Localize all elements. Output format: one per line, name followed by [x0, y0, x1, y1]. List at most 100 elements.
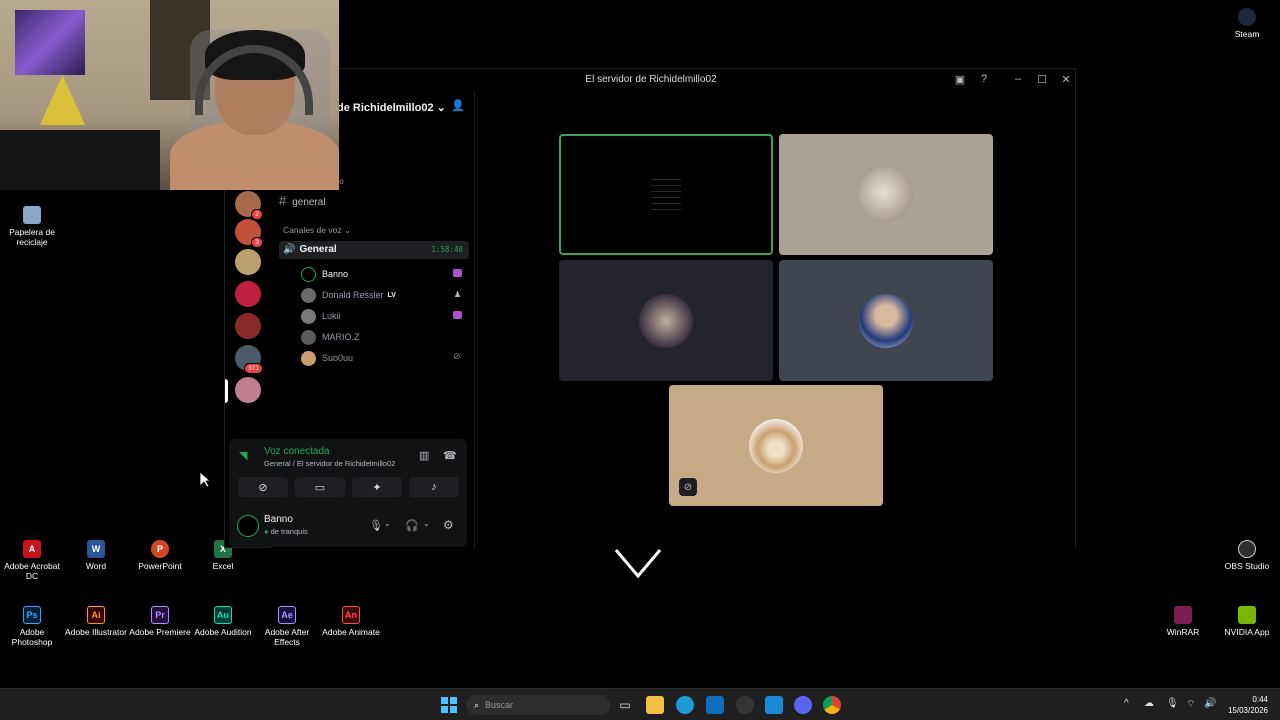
channel-general-text[interactable]: # general	[279, 193, 469, 209]
server-icon[interactable]: 3	[235, 219, 263, 248]
voice-user[interactable]: Lukii	[301, 307, 341, 325]
server-icon[interactable]	[235, 281, 261, 307]
desktop-icon-after-effects[interactable]: Ae Adobe After Effects	[255, 606, 319, 647]
window-title: El servidor de Richidelmillo02	[585, 74, 717, 85]
steam-icon	[1238, 8, 1256, 26]
voice-channel-general[interactable]: 🔊 General 1:58:40	[279, 241, 469, 259]
desktop-icon-steam[interactable]: Steam	[1215, 8, 1279, 39]
file-explorer-icon[interactable]	[646, 696, 664, 714]
video-tile[interactable]	[779, 260, 993, 381]
notification-badge: 3	[251, 237, 263, 248]
settings-gear-icon[interactable]: ⚙	[443, 518, 454, 532]
current-user-status: ● de tranquis	[264, 527, 308, 536]
powerpoint-icon: P	[151, 540, 169, 558]
selected-server-indicator	[225, 379, 228, 403]
server-icon[interactable]: 371	[235, 345, 263, 374]
store-icon[interactable]	[706, 696, 724, 714]
desktop-icon-acrobat[interactable]: A Adobe Acrobat DC	[0, 540, 64, 581]
chrome-icon[interactable]	[823, 696, 841, 714]
microphone-icon[interactable]: 🎙	[1166, 698, 1179, 709]
activity-icon	[453, 269, 462, 277]
task-view-icon[interactable]: ▭	[616, 696, 634, 714]
video-tile-speaking[interactable]	[559, 134, 773, 255]
app-icon[interactable]	[736, 696, 754, 714]
poster	[15, 10, 85, 75]
voice-category[interactable]: Canales de voz ⌄	[283, 225, 351, 236]
connection-signal-icon[interactable]: ◥	[239, 449, 247, 462]
discord-icon[interactable]	[794, 696, 812, 714]
desktop-icon-animate[interactable]: An Adobe Animate	[319, 606, 383, 637]
desktop-icon-photoshop[interactable]: Ps Adobe Photoshop	[0, 606, 64, 647]
chevron-up-icon[interactable]: ^	[1124, 698, 1129, 709]
user-avatar[interactable]	[237, 515, 259, 537]
desktop-icon-powerpoint[interactable]: P PowerPoint	[128, 540, 192, 571]
video-tile[interactable]: ⊘	[669, 385, 883, 506]
video-tile[interactable]	[559, 260, 773, 381]
invite-people-icon[interactable]: 👤	[451, 99, 465, 112]
server-icon[interactable]: 2	[235, 191, 263, 220]
system-clock[interactable]: 0:44 15/03/2026	[1228, 694, 1268, 716]
volume-icon[interactable]: 🔊	[1204, 698, 1216, 709]
windows-start-icon[interactable]	[440, 696, 458, 714]
muted-mic-icon: ⊘	[679, 478, 697, 496]
soundboard-button[interactable]: ♪	[409, 477, 459, 497]
mouse-cursor-icon	[200, 472, 210, 488]
server-icon[interactable]	[235, 249, 261, 275]
recycle-bin-icon	[23, 206, 41, 224]
noise-suppression-icon[interactable]: ▥	[419, 449, 429, 462]
close-button[interactable]: ✕	[1059, 73, 1073, 86]
voice-user[interactable]: MARIO.Z	[301, 328, 360, 346]
desktop-icon-premiere[interactable]: Pr Adobe Premiere	[128, 606, 192, 637]
disconnect-icon[interactable]: ☎	[443, 449, 457, 462]
avatar	[859, 167, 913, 222]
muted-mic-icon: ⊘	[453, 351, 461, 361]
zoom-icon[interactable]	[765, 696, 783, 714]
activity-icon	[453, 311, 462, 319]
inbox-icon[interactable]: ▣	[953, 73, 967, 86]
voice-location[interactable]: General / El servidor de Richidelmillo02	[264, 459, 395, 468]
wifi-icon[interactable]: ⌔	[1186, 698, 1195, 711]
voice-user[interactable]: Suo0uu	[301, 349, 353, 367]
word-icon: W	[87, 540, 105, 558]
avatar	[301, 329, 316, 345]
video-tile[interactable]	[779, 134, 993, 255]
taskbar: ⌕ Buscar ▭ ^ ☁ 🎙 ⌔ 🔊 0:44 15/03/2026	[0, 688, 1280, 720]
maximize-button[interactable]: ☐	[1035, 73, 1049, 86]
chevron-down-icon: ⌄	[436, 102, 446, 114]
current-user-name[interactable]: Banno	[264, 514, 293, 525]
minimize-button[interactable]: –	[1011, 73, 1025, 85]
microphone-icon[interactable]: 🎙	[369, 519, 383, 532]
desktop-icon-obs[interactable]: OBS Studio	[1215, 540, 1279, 571]
desktop-icon-illustrator[interactable]: Ai Adobe Illustrator	[64, 606, 128, 637]
cloud-icon[interactable]: ☁	[1144, 698, 1154, 709]
desktop-icon-word[interactable]: W Word	[64, 540, 128, 571]
desktop-icon-audition[interactable]: Au Adobe Audition	[191, 606, 255, 637]
desktop-icon-recycle-bin[interactable]: Papelera de reciclaje	[0, 206, 64, 247]
notification-badge: 371	[244, 363, 263, 374]
notification-badge: 2	[251, 209, 263, 220]
acrobat-icon: A	[23, 540, 41, 558]
desktop-icon-nvidia[interactable]: NVIDIA App	[1215, 606, 1279, 637]
screen-share-button[interactable]: ▭	[295, 477, 345, 497]
avatar	[301, 350, 316, 366]
video-stage: ⊘	[475, 91, 1075, 549]
chevron-down-icon[interactable]: ⌄	[423, 519, 430, 528]
voice-user[interactable]: Banno	[301, 265, 348, 283]
server-icon[interactable]	[235, 377, 261, 403]
audition-icon: Au	[214, 606, 232, 624]
voice-user[interactable]: Donald Ressler LV	[301, 286, 396, 304]
chevron-down-icon[interactable]: ⌄	[384, 519, 391, 528]
help-icon[interactable]: ?	[977, 73, 991, 85]
desktop-icon-winrar[interactable]: WinRAR	[1151, 606, 1215, 637]
obs-icon	[1238, 540, 1256, 558]
edge-icon[interactable]	[676, 696, 694, 714]
hashtag-icon: #	[279, 193, 287, 208]
chevron-down-icon	[614, 549, 662, 579]
server-icon[interactable]	[235, 313, 261, 339]
headphones-icon[interactable]: 🎧	[405, 519, 419, 532]
taskbar-search[interactable]: ⌕ Buscar	[466, 695, 610, 715]
camera-off-button[interactable]: ⊘	[238, 477, 288, 497]
server-name-header[interactable]: de Richidelmillo02 ⌄	[337, 101, 446, 114]
activities-button[interactable]: ✦	[352, 477, 402, 497]
webcam-overlay	[0, 0, 339, 190]
